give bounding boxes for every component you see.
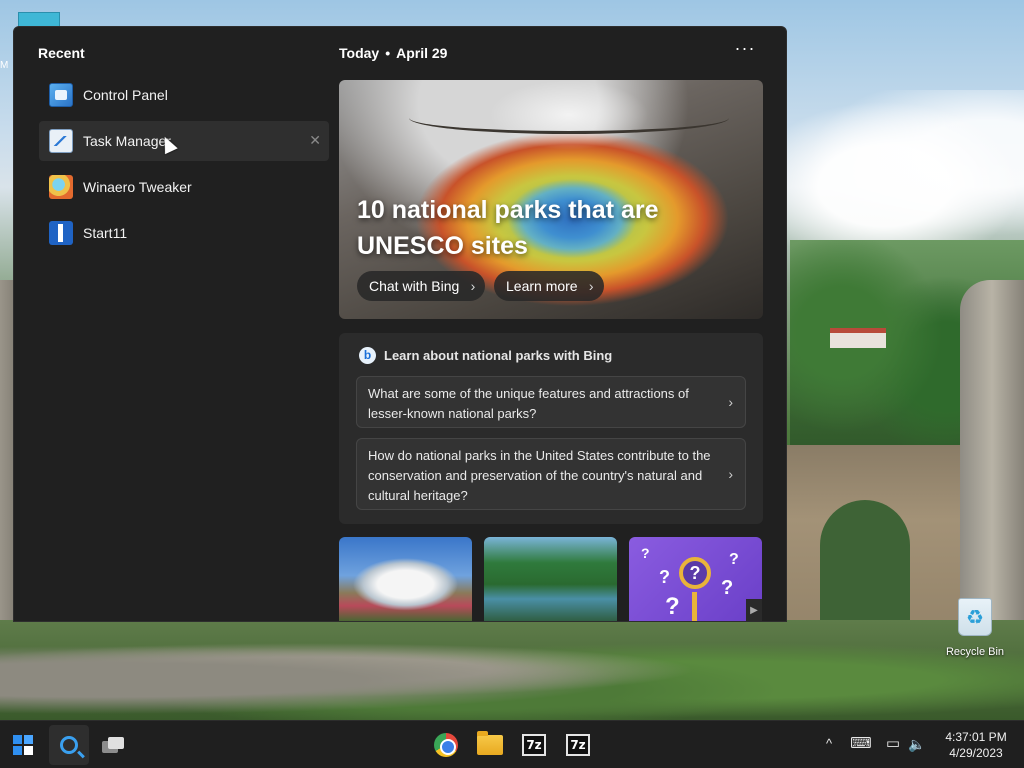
recycle-bin-shortcut[interactable]: ♻ Recycle Bin	[940, 598, 1010, 658]
hero-title: 10 national parks that are UNESCO sites	[357, 196, 659, 260]
hero-image-boardwalk	[409, 102, 729, 134]
recycle-bin-label: Recycle Bin	[945, 646, 1005, 658]
system-clock[interactable]: 4:37:01 PM 4/29/2023	[936, 729, 1016, 761]
today-date: April 29	[396, 45, 448, 61]
magnifier-icon: ?	[679, 557, 711, 589]
file-explorer-button[interactable]	[470, 725, 510, 765]
task-view-icon	[102, 737, 124, 753]
7zip-icon: 7z	[522, 734, 546, 756]
bing-question-button[interactable]: How do national parks in the United Stat…	[356, 438, 746, 510]
recycle-bin-icon: ♻	[958, 598, 992, 636]
control-panel-icon	[49, 83, 73, 107]
today-header: Today • April 29	[339, 45, 447, 61]
wallpaper-clouds	[780, 90, 1024, 250]
7zip-button-1[interactable]: 7z	[514, 725, 554, 765]
recent-item-label: Winaero Tweaker	[83, 179, 192, 195]
recent-item-control-panel[interactable]: Control Panel	[39, 75, 329, 115]
network-icon[interactable]: ▭	[883, 733, 903, 755]
recent-list: Control Panel Task Manager ✕ Winaero Twe…	[39, 75, 329, 259]
chrome-icon	[434, 733, 458, 757]
hero-card[interactable]: 10 national parks that are UNESCO sites …	[339, 80, 763, 319]
bing-question-button[interactable]: What are some of the unique features and…	[356, 376, 746, 428]
recent-item-task-manager[interactable]: Task Manager ✕	[39, 121, 329, 161]
clock-date: 4/29/2023	[949, 746, 1003, 760]
winaero-tweaker-icon	[49, 175, 73, 199]
chevron-right-icon: ›	[588, 278, 594, 294]
chevron-right-icon: ›	[728, 466, 733, 482]
bing-suggestions-card: b Learn about national parks with Bing W…	[339, 333, 763, 524]
chrome-button[interactable]	[426, 725, 466, 765]
recent-item-start11[interactable]: Start11	[39, 213, 329, 253]
7zip-icon: 7z	[566, 734, 590, 756]
recent-item-winaero-tweaker[interactable]: Winaero Tweaker	[39, 167, 329, 207]
today-separator: •	[385, 45, 391, 61]
clock-time: 4:37:01 PM	[945, 730, 1007, 744]
desktop-icon-top-label: M	[0, 60, 9, 71]
more-options-icon[interactable]: ···	[734, 39, 756, 61]
recent-item-label: Start11	[83, 225, 128, 241]
scroll-right-icon[interactable]: ▶	[746, 599, 762, 621]
remove-from-recent-icon[interactable]: ✕	[309, 132, 321, 149]
start11-icon	[49, 221, 73, 245]
start-button[interactable]	[3, 725, 43, 765]
recent-item-label: Task Manager	[83, 133, 171, 149]
magnifier-handle	[692, 592, 697, 621]
task-view-button[interactable]	[93, 725, 133, 765]
bing-card-header: b Learn about national parks with Bing	[359, 347, 612, 364]
wallpaper-house	[830, 328, 886, 348]
keyboard-icon[interactable]: ⌨	[850, 733, 872, 755]
bing-question-text: What are some of the unique features and…	[368, 386, 689, 421]
recent-heading: Recent	[38, 45, 85, 61]
search-icon	[60, 736, 78, 754]
search-button[interactable]	[49, 725, 89, 765]
taskbar: 7z 7z ^ ⌨ ▭ 🔈 4:37:01 PM 4/29/2023	[0, 720, 1024, 768]
7zip-button-2[interactable]: 7z	[558, 725, 598, 765]
chat-with-bing-button[interactable]: Chat with Bing ›	[357, 271, 486, 301]
bing-card-title: Learn about national parks with Bing	[384, 348, 613, 363]
chat-with-bing-label: Chat with Bing	[369, 278, 460, 294]
search-flyout-panel: Recent Control Panel Task Manager ✕ Wina…	[13, 26, 787, 622]
windows-logo-icon	[13, 735, 33, 755]
quiz-thumbnail[interactable]: ? ? ? ? ? ?	[629, 537, 762, 621]
volume-icon[interactable]: 🔈	[906, 733, 928, 755]
forest-lake-thumbnail[interactable]	[484, 537, 617, 621]
folder-icon	[477, 731, 503, 755]
bing-logo-icon: b	[359, 347, 376, 364]
today-label: Today	[339, 45, 380, 61]
chevron-right-icon: ›	[470, 278, 476, 294]
wallpaper-rocks	[0, 620, 1024, 720]
recent-item-label: Control Panel	[83, 87, 168, 103]
show-hidden-icons-chevron-icon[interactable]: ^	[820, 733, 838, 755]
learn-more-button[interactable]: Learn more ›	[494, 271, 604, 301]
bing-question-text: How do national parks in the United Stat…	[368, 448, 711, 503]
task-manager-icon	[49, 129, 73, 153]
chevron-right-icon: ›	[728, 394, 733, 410]
learn-more-label: Learn more	[506, 278, 578, 294]
mountain-meadow-thumbnail[interactable]	[339, 537, 472, 621]
